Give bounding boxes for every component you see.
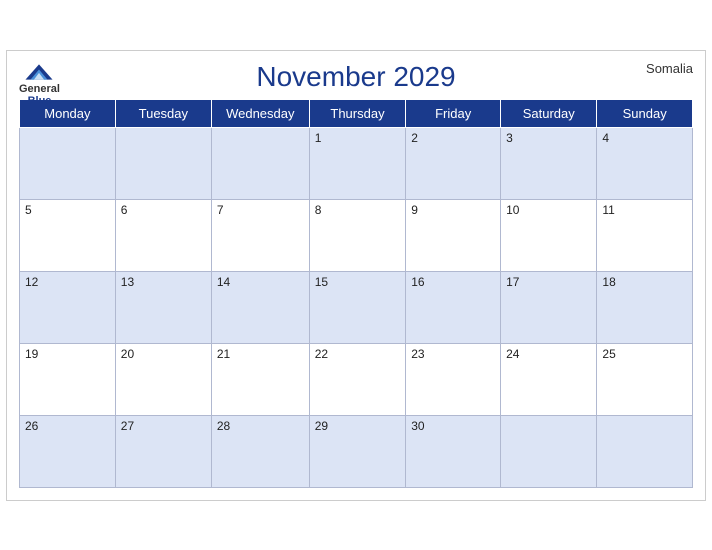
- day-number: 30: [411, 419, 424, 433]
- logo-text-blue: Blue: [28, 95, 52, 107]
- header-tuesday: Tuesday: [115, 99, 211, 127]
- header-friday: Friday: [406, 99, 501, 127]
- day-number: 26: [25, 419, 38, 433]
- header-saturday: Saturday: [501, 99, 597, 127]
- day-number: 19: [25, 347, 38, 361]
- logo-text-general: General: [19, 83, 60, 95]
- day-number: 22: [315, 347, 328, 361]
- day-number: 2: [411, 131, 418, 145]
- day-number: 17: [506, 275, 519, 289]
- calendar-cell: [20, 127, 116, 199]
- day-number: 8: [315, 203, 322, 217]
- calendar-cell: 22: [309, 343, 406, 415]
- day-number: 7: [217, 203, 224, 217]
- calendar-cell: 3: [501, 127, 597, 199]
- calendar-body: 1234567891011121314151617181920212223242…: [20, 127, 693, 487]
- calendar-cell: 30: [406, 415, 501, 487]
- calendar-thead: Monday Tuesday Wednesday Thursday Friday…: [20, 99, 693, 127]
- day-number: 1: [315, 131, 322, 145]
- day-number: 21: [217, 347, 230, 361]
- day-number: 24: [506, 347, 519, 361]
- calendar-cell: 16: [406, 271, 501, 343]
- day-number: 13: [121, 275, 134, 289]
- calendar-cell: 1: [309, 127, 406, 199]
- calendar-cell: 6: [115, 199, 211, 271]
- calendar-cell: 13: [115, 271, 211, 343]
- country-label: Somalia: [646, 61, 693, 76]
- calendar-cell: 20: [115, 343, 211, 415]
- header-wednesday: Wednesday: [211, 99, 309, 127]
- calendar-cell: [501, 415, 597, 487]
- calendar-cell: [597, 415, 693, 487]
- weekday-header-row: Monday Tuesday Wednesday Thursday Friday…: [20, 99, 693, 127]
- calendar-cell: 25: [597, 343, 693, 415]
- day-number: 10: [506, 203, 519, 217]
- calendar-cell: 5: [20, 199, 116, 271]
- calendar-week-3: 19 20 21 22 23 24 25: [20, 343, 693, 415]
- calendar-cell: 14: [211, 271, 309, 343]
- calendar-header: General Blue November 2029 Somalia: [19, 61, 693, 93]
- day-number: 16: [411, 275, 424, 289]
- calendar-cell: 11: [597, 199, 693, 271]
- calendar-cell: 10: [501, 199, 597, 271]
- day-number: 29: [315, 419, 328, 433]
- calendar-week-0: 1 2 3 4: [20, 127, 693, 199]
- day-number: 9: [411, 203, 418, 217]
- calendar-table: Monday Tuesday Wednesday Thursday Friday…: [19, 99, 693, 488]
- calendar-cell: 19: [20, 343, 116, 415]
- day-number: 6: [121, 203, 128, 217]
- calendar-cell: 21: [211, 343, 309, 415]
- day-number: 3: [506, 131, 513, 145]
- calendar-cell: 18: [597, 271, 693, 343]
- calendar-cell: 12: [20, 271, 116, 343]
- logo-icon: [21, 61, 57, 83]
- day-number: 23: [411, 347, 424, 361]
- logo: General Blue: [19, 61, 60, 107]
- day-number: 11: [602, 203, 614, 217]
- day-number: 4: [602, 131, 609, 145]
- calendar-cell: 27: [115, 415, 211, 487]
- day-number: 12: [25, 275, 38, 289]
- calendar-week-2: 12 13 14 15 16 17 18: [20, 271, 693, 343]
- calendar-cell: 24: [501, 343, 597, 415]
- day-number: 20: [121, 347, 134, 361]
- calendar-week-4: 26 27 28 29 30: [20, 415, 693, 487]
- calendar-cell: 2: [406, 127, 501, 199]
- day-number: 18: [602, 275, 615, 289]
- header-sunday: Sunday: [597, 99, 693, 127]
- calendar-cell: 26: [20, 415, 116, 487]
- day-number: 15: [315, 275, 328, 289]
- calendar-cell: 8: [309, 199, 406, 271]
- calendar-cell: 7: [211, 199, 309, 271]
- calendar-week-1: 5 6 7 8 9 10 11: [20, 199, 693, 271]
- day-number: 25: [602, 347, 615, 361]
- calendar-cell: 17: [501, 271, 597, 343]
- calendar: General Blue November 2029 Somalia Monda…: [6, 50, 706, 501]
- calendar-title: November 2029: [256, 61, 455, 93]
- day-number: 5: [25, 203, 32, 217]
- day-number: 14: [217, 275, 230, 289]
- day-number: 27: [121, 419, 134, 433]
- day-number: 28: [217, 419, 230, 433]
- calendar-cell: 29: [309, 415, 406, 487]
- calendar-cell: [211, 127, 309, 199]
- calendar-cell: 23: [406, 343, 501, 415]
- header-thursday: Thursday: [309, 99, 406, 127]
- calendar-cell: 15: [309, 271, 406, 343]
- calendar-cell: 4: [597, 127, 693, 199]
- calendar-cell: 9: [406, 199, 501, 271]
- calendar-cell: 28: [211, 415, 309, 487]
- calendar-cell: [115, 127, 211, 199]
